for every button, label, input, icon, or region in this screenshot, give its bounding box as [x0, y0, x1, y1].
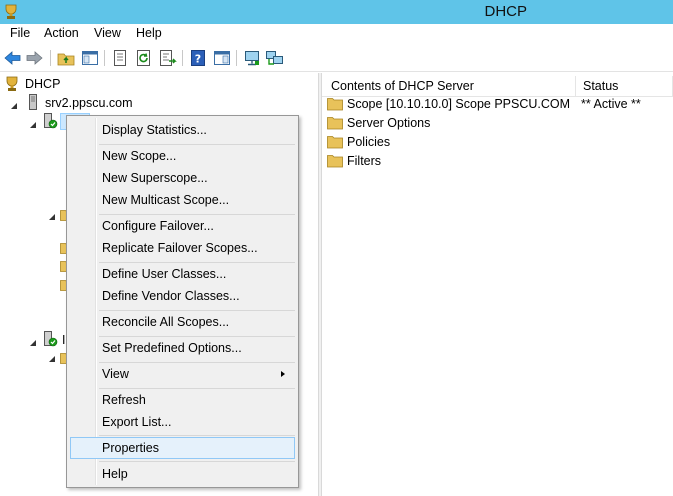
monitor-icon[interactable]	[242, 48, 262, 68]
collapse-arrow-icon[interactable]	[48, 352, 56, 362]
collapse-arrow-icon[interactable]	[29, 336, 37, 346]
tree-node-ipv6[interactable]: I	[62, 331, 65, 349]
list-item-label: Scope [10.10.10.0] Scope PPSCU.COM	[347, 97, 571, 111]
collapse-arrow-icon[interactable]	[48, 210, 56, 220]
ipv4-icon	[42, 113, 58, 129]
list-item-server-options[interactable]: Server Options	[327, 114, 667, 133]
menu-item-export-list[interactable]: Export List...	[70, 411, 295, 433]
dhcp-root-icon	[4, 76, 20, 92]
toolbar-separator	[236, 50, 237, 66]
toolbar: ?	[0, 44, 673, 72]
toolbar-separator	[182, 50, 183, 66]
menu-bar: File Action View Help	[0, 24, 673, 44]
refresh-icon[interactable]	[134, 48, 154, 68]
list-item-label: Policies	[347, 135, 391, 149]
menu-item-reconcile-all-scopes[interactable]: Reconcile All Scopes...	[70, 311, 295, 333]
tree-node-server[interactable]: srv2.ppscu.com	[45, 94, 133, 112]
collapse-arrow-icon[interactable]	[29, 118, 37, 128]
export-list-icon[interactable]	[158, 48, 178, 68]
server-icon	[25, 94, 41, 110]
menu-item-new-superscope[interactable]: New Superscope...	[70, 167, 295, 189]
tree-node-dhcp[interactable]: DHCP	[25, 75, 60, 93]
menu-help[interactable]: Help	[136, 24, 162, 44]
column-header-status[interactable]: Status	[576, 76, 673, 96]
svg-text:?: ?	[195, 53, 201, 66]
folder-icon	[327, 135, 343, 149]
folder-icon	[327, 116, 343, 130]
menu-file[interactable]: File	[10, 24, 30, 44]
toolbar-separator	[104, 50, 105, 66]
menu-item-new-scope[interactable]: New Scope...	[70, 145, 295, 167]
help-icon[interactable]: ?	[188, 48, 208, 68]
list-item-label: Server Options	[347, 116, 431, 130]
collapse-arrow-icon[interactable]	[10, 99, 18, 109]
menu-item-refresh[interactable]: Refresh	[70, 389, 295, 411]
menu-item-define-user-classes[interactable]: Define User Classes...	[70, 263, 295, 285]
properties-icon[interactable]	[110, 48, 130, 68]
list-item-scope[interactable]: Scope [10.10.10.0] Scope PPSCU.COM ** Ac…	[327, 95, 667, 114]
results-pane[interactable]: Contents of DHCP Server Status Scope [10…	[322, 73, 673, 496]
folder-icon	[327, 97, 343, 111]
folder-icon	[327, 154, 343, 168]
up-folder-icon[interactable]	[56, 48, 76, 68]
menu-item-new-multicast-scope[interactable]: New Multicast Scope...	[70, 189, 295, 211]
title-bar: DHCP	[0, 0, 673, 24]
menu-item-set-predefined-options[interactable]: Set Predefined Options...	[70, 337, 295, 359]
menu-item-properties[interactable]: Properties	[70, 437, 295, 459]
menu-separator	[99, 435, 295, 436]
show-hide-action-pane-icon[interactable]	[212, 48, 232, 68]
menu-separator	[99, 461, 295, 462]
context-menu: Display Statistics... New Scope... New S…	[66, 115, 299, 488]
forward-icon[interactable]	[24, 48, 44, 68]
menu-item-display-statistics[interactable]: Display Statistics...	[70, 119, 295, 141]
submenu-arrow-icon	[281, 371, 285, 377]
toolbar-separator	[50, 50, 51, 66]
menu-view[interactable]: View	[94, 24, 121, 44]
menu-action[interactable]: Action	[44, 24, 79, 44]
menu-item-label: View	[102, 367, 129, 381]
ipv6-icon	[42, 331, 58, 347]
menu-item-define-vendor-classes[interactable]: Define Vendor Classes...	[70, 285, 295, 307]
menu-item-configure-failover[interactable]: Configure Failover...	[70, 215, 295, 237]
menu-item-replicate-failover-scopes[interactable]: Replicate Failover Scopes...	[70, 237, 295, 259]
menu-item-view[interactable]: View	[70, 363, 295, 385]
list-item-label: Filters	[347, 154, 382, 168]
column-header-contents[interactable]: Contents of DHCP Server	[324, 76, 576, 96]
menu-item-help[interactable]: Help	[70, 463, 295, 485]
list-item-policies[interactable]: Policies	[327, 133, 667, 152]
window-title: DHCP	[484, 3, 527, 20]
network-icon[interactable]	[264, 48, 284, 68]
list-header: Contents of DHCP Server Status	[322, 73, 673, 97]
status-badge: ** Active **	[581, 97, 641, 111]
show-hide-tree-icon[interactable]	[80, 48, 100, 68]
list-item-filters[interactable]: Filters	[327, 152, 667, 171]
back-icon[interactable]	[3, 48, 23, 68]
